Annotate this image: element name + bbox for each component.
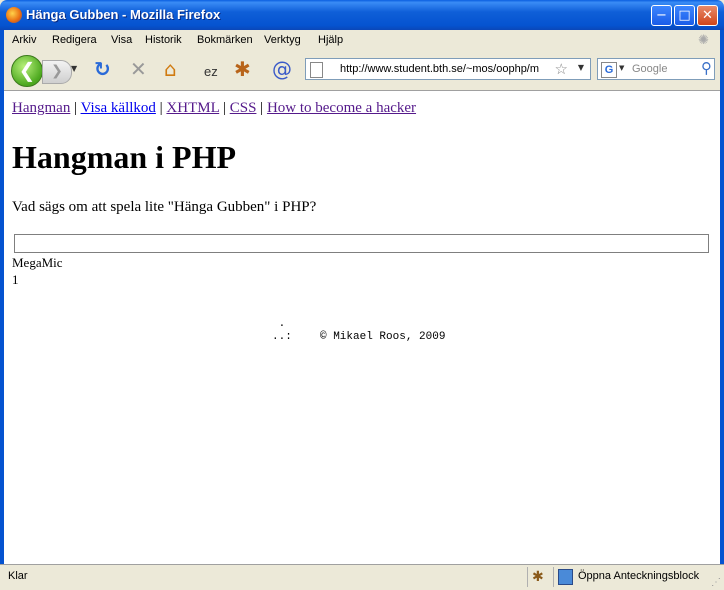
footer-ascii-art: . ..: bbox=[272, 318, 292, 343]
url-bar[interactable]: http://www.student.bth.se/~mos/oophp/m ☆… bbox=[305, 58, 591, 80]
guess-input[interactable] bbox=[14, 234, 709, 253]
link-separator: | bbox=[70, 100, 81, 116]
url-dropdown-icon[interactable]: ▼ bbox=[578, 63, 584, 72]
link-separator: | bbox=[256, 100, 267, 116]
footer-copyright: © Mikael Roos, 2009 bbox=[320, 331, 446, 343]
window-title: Hänga Gubben - Mozilla Firefox bbox=[26, 7, 221, 22]
title-bar: Hänga Gubben - Mozilla Firefox − □ ✕ bbox=[0, 0, 724, 30]
minimize-button[interactable]: − bbox=[651, 5, 672, 26]
bug-icon[interactable]: ✱ bbox=[234, 59, 251, 79]
menu-visa[interactable]: Visa bbox=[111, 34, 132, 46]
link-separator: | bbox=[219, 100, 230, 116]
link-css[interactable]: CSS bbox=[230, 100, 257, 116]
status-text: Klar bbox=[8, 570, 28, 582]
link-xhtml[interactable]: XHTML bbox=[166, 100, 219, 116]
page-icon bbox=[310, 62, 323, 78]
count-label: 1 bbox=[12, 272, 19, 287]
navigation-toolbar: ❮ ❯ ▼ ↻ ✕ ⌂ ez ✱ @ http://www.student.bt… bbox=[4, 50, 720, 90]
home-icon[interactable]: ⌂ bbox=[164, 59, 177, 79]
history-dropdown-icon[interactable]: ▼ bbox=[71, 64, 77, 73]
firefox-icon bbox=[6, 7, 22, 23]
menu-verktyg[interactable]: Verktyg bbox=[264, 34, 301, 46]
window-frame-right bbox=[720, 30, 724, 564]
forward-button[interactable]: ❯ bbox=[42, 60, 72, 84]
menu-arkiv[interactable]: Arkiv bbox=[12, 34, 36, 46]
throbber-icon: ✺ bbox=[698, 32, 709, 47]
back-button[interactable]: ❮ bbox=[11, 55, 43, 87]
search-engine-icon[interactable]: G bbox=[601, 62, 617, 78]
engine-dropdown-icon[interactable]: ▼ bbox=[619, 64, 624, 72]
resize-grip-icon[interactable]: ⋰ bbox=[711, 577, 721, 588]
search-input[interactable]: Google bbox=[632, 63, 667, 75]
firebug-icon[interactable]: ✱ bbox=[532, 568, 544, 585]
menu-redigera[interactable]: Redigera bbox=[52, 34, 97, 46]
close-button[interactable]: ✕ bbox=[697, 5, 718, 26]
extension-icon[interactable]: ez bbox=[204, 62, 218, 82]
stop-icon[interactable]: ✕ bbox=[130, 59, 147, 79]
reload-icon[interactable]: ↻ bbox=[94, 59, 111, 79]
link-hacker[interactable]: How to become a hacker bbox=[267, 100, 416, 116]
intro-text: Vad sägs om att spela lite "Hänga Gubben… bbox=[12, 199, 317, 215]
menu-historik[interactable]: Historik bbox=[145, 34, 182, 46]
snail-icon[interactable]: @ bbox=[272, 59, 292, 79]
link-separator: | bbox=[155, 100, 167, 116]
notebook-label[interactable]: Öppna Anteckningsblock bbox=[578, 570, 699, 582]
status-divider bbox=[527, 567, 528, 587]
status-divider bbox=[553, 567, 554, 587]
star-icon[interactable]: ☆ bbox=[555, 60, 568, 78]
nav-links: Hangman | Visa källkod | XHTML | CSS | H… bbox=[12, 100, 416, 117]
notebook-icon[interactable] bbox=[558, 569, 573, 585]
link-hangman[interactable]: Hangman bbox=[12, 100, 70, 116]
status-bar: Klar ✱ Öppna Anteckningsblock ⋰ bbox=[0, 564, 724, 590]
page-title: Hangman i PHP bbox=[12, 139, 237, 175]
menu-bokmarken[interactable]: Bokmärken bbox=[197, 34, 253, 46]
url-text[interactable]: http://www.student.bth.se/~mos/oophp/m bbox=[340, 63, 552, 75]
menu-hjalp[interactable]: Hjälp bbox=[318, 34, 343, 46]
menu-bar: Arkiv Redigera Visa Historik Bokmärken V… bbox=[4, 30, 720, 50]
search-icon[interactable]: ⚲ bbox=[701, 59, 712, 77]
link-visa-kallkod[interactable]: Visa källkod bbox=[81, 100, 156, 116]
page-content: Hangman | Visa källkod | XHTML | CSS | H… bbox=[4, 90, 720, 564]
user-label: MegaMic bbox=[12, 255, 63, 270]
search-bar[interactable]: G ▼ Google ⚲ bbox=[597, 58, 715, 80]
maximize-button[interactable]: □ bbox=[674, 5, 695, 26]
